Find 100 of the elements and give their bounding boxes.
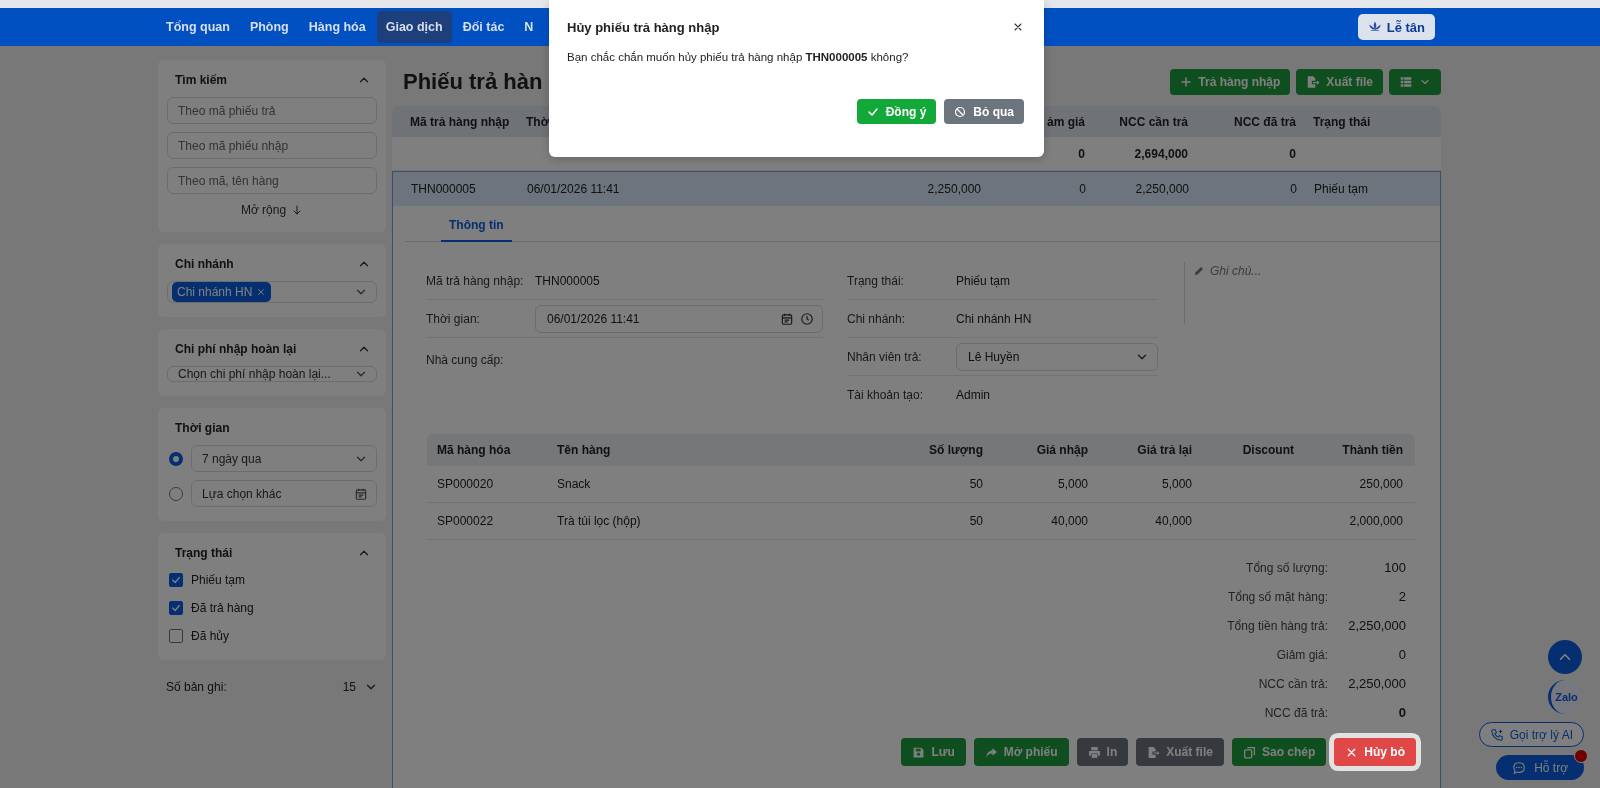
checkbox[interactable] [169,601,183,615]
dialog-message: Bạn chắc chắn muốn hủy phiếu trả hàng nhập THN000005 không? [567,51,910,63]
total-value: 0 [1397,647,1406,662]
ai-call-button[interactable]: Gọi trợ lý AI [1478,722,1584,747]
print-button[interactable]: In [1076,738,1129,766]
total-value: 2 [1397,589,1406,604]
table-cell-text: 50 [968,477,983,491]
table-cell-text: Phiếu tạm [1313,182,1369,196]
field-value: Chi nhánh HN [956,311,1032,326]
chat-app-button[interactable]: Zalo [1548,680,1582,714]
remove-icon [256,287,267,297]
selected-row[interactable]: THN000005 06/01/2026 11:41 2,250,000 0 2,250,000 0 Phiếu tạm [393,172,1440,206]
branch-tag: Chi nhánh HN [172,282,272,302]
column-header: Trạng thái [1312,114,1371,129]
card-title: Thời gian [175,421,230,435]
close-icon[interactable] [1012,21,1024,33]
search-field[interactable]: Theo mã phiếu trả [167,97,377,124]
table-cell-text: 50 [968,514,983,528]
calendar-icon [780,311,794,326]
datetime-field[interactable]: 06/01/2026 11:41 [535,304,823,333]
open-button[interactable]: Mở phiếu [973,738,1069,766]
field-label: Tài khoản tạo: [847,388,925,402]
notification-dot [1574,749,1588,763]
chat-icon [1512,760,1527,775]
checkbox[interactable] [169,629,183,643]
phone-icon [1489,727,1504,742]
checkbox-label: Phiếu tạm [191,573,246,587]
table-cell-text: 5,000 [1160,477,1192,491]
total-value: 100 [1383,560,1406,575]
dialog-title: Hủy phiếu trả hàng nhập [567,19,720,35]
cost-select[interactable]: Chọn chi phí nhập hoàn lại... [167,366,377,382]
column-header: Mã hàng hóa [437,443,512,457]
total-value: 2,250,000 [1347,676,1406,691]
table-cell-text: 0 [1288,146,1296,161]
note-field[interactable]: Ghi chú... [1193,262,1262,278]
nav-tab[interactable]: Đối tác [453,11,514,43]
search-field[interactable]: Theo mã phiếu nhập [167,132,377,159]
table-cell-text: 0 [1078,182,1086,196]
nav-tab[interactable]: Tổng quan [157,11,239,43]
column-header: Thành tiền [1341,443,1403,457]
nav-tab[interactable]: Giao dịch [376,11,452,43]
column-header: Mã trả hàng nhập [410,114,511,129]
checkbox-label: Đã trả hàng [191,601,254,615]
scroll-top-button[interactable] [1548,640,1582,674]
column-header: Discount [1241,443,1294,457]
table-cell-text: 0 [1077,146,1085,161]
clock-icon [800,311,814,326]
checkbox[interactable] [169,573,183,587]
table-cell-text: 2,250,000 [926,182,981,196]
field-label: Nhân viên trả: [847,349,923,364]
column-header: Số lượng [928,443,983,457]
radio-button[interactable] [169,486,183,501]
table-cell-text: SP000020 [437,477,495,491]
nav-tab[interactable]: Hàng hóa [299,11,375,43]
branch-select[interactable]: Chi nhánh HN [167,281,377,303]
page-size-select[interactable]: 15 [342,680,378,694]
copy-icon [1242,745,1256,759]
support-button[interactable]: Hỗ trợ [1496,755,1584,780]
columns-menu-button[interactable] [1389,69,1441,95]
detail-tab[interactable]: Thông tin [441,218,512,242]
plus-icon [1180,76,1193,88]
card-title: Tìm kiếm [175,73,228,87]
table-cell-text: SP000022 [437,514,495,528]
staff-select[interactable]: Lê Huyền [956,342,1158,371]
nav-tab[interactable]: Phòng [240,11,298,43]
date-field[interactable]: Lựa chọn khác [191,480,377,507]
period-select[interactable]: 7 ngày qua [191,445,377,472]
reception-button[interactable]: Lễ tân [1357,14,1435,40]
field-value: Admin [956,388,990,402]
save-icon [912,745,926,759]
table-cell-text: 40,000 [1154,514,1192,528]
dismiss-button[interactable]: Bỏ qua [944,99,1024,124]
table-cell-text: 2,000,000 [1348,514,1403,528]
search-field[interactable]: Theo mã, tên hàng [167,167,377,194]
save-button[interactable]: Lưu [901,738,966,766]
table-cell-text: 2,694,000 [1133,146,1188,161]
field-label: Trạng thái: [847,273,905,288]
export-button[interactable]: Xuất file [1296,69,1383,95]
column-header: Giá nhập [1035,443,1088,457]
table-cell-text: 250,000 [1358,477,1403,491]
check-icon [171,575,181,585]
field-value: THN000005 [535,273,600,288]
calendar-icon [354,486,368,501]
nav-tab[interactable]: N [515,11,543,43]
table-cell-text: Trà túi lọc (hộp) [557,514,642,528]
field-label: Thời gian: [426,311,481,326]
page-title: Phiếu trả hàn [403,69,543,95]
copy-button[interactable]: Sao chép [1231,738,1327,766]
card-title: Chi phí nhập hoàn lại [175,342,297,356]
expand-link[interactable]: Mở rộng [167,202,377,218]
file-export-icon [1147,745,1161,759]
total-label: NCC đã trả: [1264,705,1328,720]
add-return-button[interactable]: Trả hàng nhập [1170,69,1291,95]
column-header: NCC cần trả [1118,114,1188,129]
pencil-icon [1193,265,1205,277]
column-header: Tên hàng [557,443,612,457]
table-cell-text: 2,250,000 [1134,182,1189,196]
confirm-button[interactable]: Đồng ý [856,99,937,124]
radio-button[interactable] [169,451,183,466]
export-button[interactable]: Xuất file [1136,738,1224,766]
